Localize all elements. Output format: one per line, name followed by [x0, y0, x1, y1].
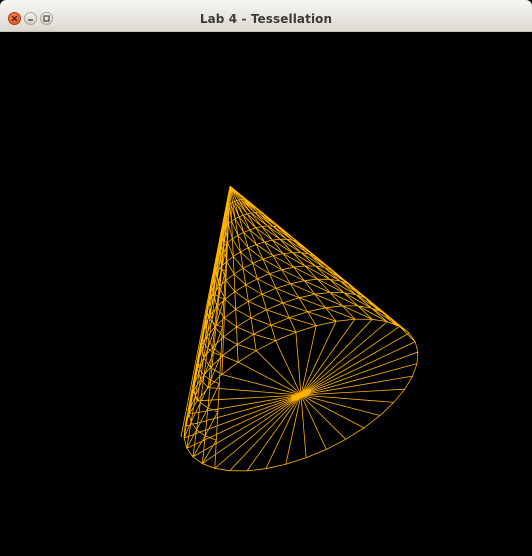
cone-mesh: [180, 185, 419, 472]
gl-viewport[interactable]: [0, 32, 532, 556]
wire-lines: [180, 185, 419, 472]
window-title: Lab 4 - Tessellation: [199, 12, 333, 26]
cone-wireframe: [180, 185, 419, 472]
app-window: Lab 4 - Tessellation: [0, 0, 532, 556]
title-bar[interactable]: Lab 4 - Tessellation: [0, 0, 532, 32]
